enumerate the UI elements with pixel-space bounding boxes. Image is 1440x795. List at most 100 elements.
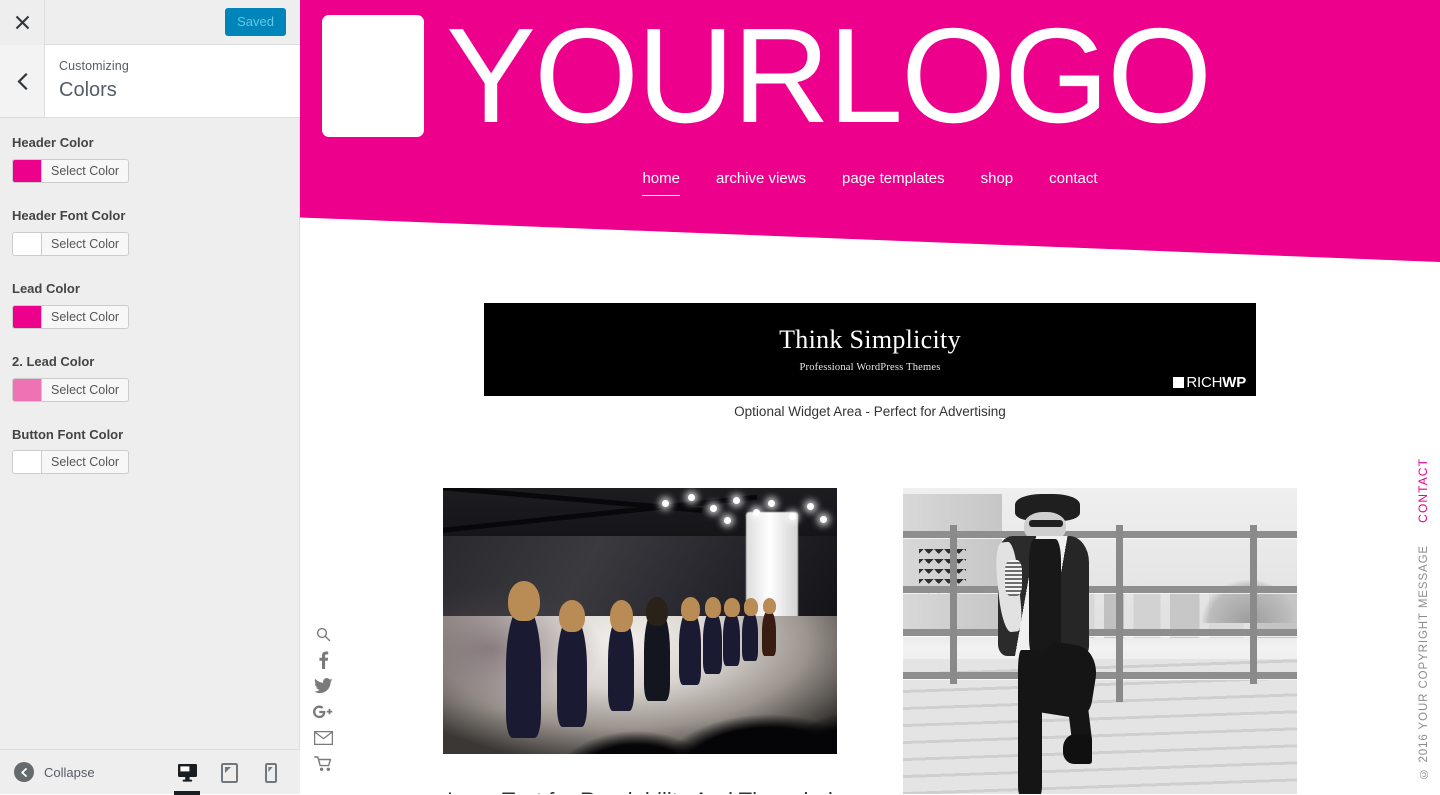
select-color-button[interactable]: Select Color <box>42 305 129 328</box>
collapse-arrow-icon <box>14 762 34 782</box>
richwp-name-bold: WP <box>1222 374 1246 391</box>
model <box>742 610 759 661</box>
googleplus-icon[interactable] <box>310 703 336 721</box>
nav-item-contact[interactable]: contact <box>1049 170 1097 196</box>
color-swatch[interactable] <box>13 232 42 255</box>
color-control-label: 2. Lead Color <box>12 353 95 369</box>
model-hair <box>762 598 776 615</box>
email-icon[interactable] <box>310 729 336 747</box>
model <box>703 610 722 675</box>
panel-header: Customizing Colors <box>0 45 300 118</box>
model <box>762 610 777 656</box>
twitter-icon[interactable] <box>310 677 336 695</box>
bracelets <box>1005 560 1023 597</box>
post-card: Long Text for Readability And Threaded <box>443 488 837 794</box>
model <box>679 610 701 685</box>
right-vertical-rail: CONTACT © 2016 YOUR COPYRIGHT MESSAGE <box>1404 0 1436 794</box>
device-tablet-button[interactable] <box>208 751 250 795</box>
sunglasses <box>1029 519 1064 528</box>
color-swatch[interactable] <box>13 451 42 474</box>
leg-raised <box>1032 640 1100 721</box>
model-hair <box>610 599 634 632</box>
balcony-photo <box>903 488 1297 794</box>
panel-titles: Customizing Colors <box>45 45 129 117</box>
color-picker[interactable]: Select Color <box>12 377 130 402</box>
color-swatch[interactable] <box>13 305 42 328</box>
select-color-button[interactable]: Select Color <box>42 232 129 255</box>
color-control-label: Header Font Color <box>12 207 126 223</box>
social-rail <box>310 625 336 781</box>
device-desktop-button[interactable] <box>166 751 208 795</box>
high-heel-shoe <box>1063 734 1092 764</box>
save-button[interactable]: Saved <box>225 7 286 37</box>
cart-icon[interactable] <box>310 755 336 773</box>
model-figure <box>990 494 1132 794</box>
color-swatch[interactable] <box>13 378 42 401</box>
post-title[interactable]: Long Text for Readability And Threaded <box>443 786 837 794</box>
nav-item-archive-views[interactable]: archive views <box>716 170 806 196</box>
color-controls-list: Header Color Select Color Header Font Colo… <box>0 119 300 499</box>
post-card <box>903 488 1297 794</box>
breadcrumb: Customizing <box>59 59 129 73</box>
color-picker[interactable]: Select Color <box>12 231 130 256</box>
logo-text: YOURLOGO <box>446 0 1212 151</box>
runway-photo <box>443 488 837 754</box>
post-grid: Long Text for Readability And Threaded <box>443 488 1297 794</box>
close-icon[interactable] <box>0 0 45 45</box>
contact-vertical-link[interactable]: CONTACT <box>1416 458 1430 523</box>
site-logo[interactable]: YOURLOGO <box>322 0 1212 151</box>
color-control: Header Font Color Select Color <box>12 208 288 260</box>
torso <box>1029 539 1061 660</box>
model-hair <box>508 581 540 621</box>
select-color-button[interactable]: Select Color <box>42 159 129 182</box>
customizer-sidebar: Saved Customizing Colors Header Color Sel… <box>0 0 300 795</box>
color-control: Lead Color Select Color <box>12 281 288 333</box>
color-picker[interactable]: Select Color <box>12 158 130 183</box>
site-header: YOURLOGO home archive views page templates… <box>300 0 1440 262</box>
richwp-name-regular: RICH <box>1186 374 1223 391</box>
facebook-icon[interactable] <box>310 651 336 669</box>
copyright-vertical-text: © 2016 YOUR COPYRIGHT MESSAGE <box>1418 545 1430 780</box>
color-picker[interactable]: Select Color <box>12 450 130 475</box>
collapse-button[interactable]: Collapse <box>0 762 95 782</box>
back-chevron-icon[interactable] <box>0 45 45 117</box>
color-control: Button Font Color Select Color <box>12 427 288 479</box>
ad-title: Think Simplicity <box>779 325 961 354</box>
color-control-label: Button Font Color <box>12 426 124 442</box>
nav-item-home[interactable]: home <box>642 170 680 196</box>
foreground-silhouettes <box>443 695 837 754</box>
logo-mark-icon <box>322 14 424 137</box>
nav-item-page-templates[interactable]: page templates <box>842 170 945 196</box>
railing-post <box>950 524 958 684</box>
theme-preview: YOURLOGO home archive views page templates… <box>300 0 1440 794</box>
nav-item-shop[interactable]: shop <box>981 170 1014 196</box>
stage-lights <box>648 491 829 534</box>
model-hair <box>704 597 722 619</box>
color-picker[interactable]: Select Color <box>12 304 130 329</box>
advertising-widget: Think Simplicity Professional WordPress … <box>484 303 1256 419</box>
primary-navigation: home archive views page templates shop conta… <box>300 170 1440 196</box>
search-icon[interactable] <box>310 625 336 643</box>
color-swatch[interactable] <box>13 159 42 182</box>
post-thumbnail-balcony[interactable] <box>903 488 1297 794</box>
ad-banner[interactable]: Think Simplicity Professional WordPress … <box>484 303 1256 396</box>
color-control: 2. Lead Color Select Color <box>12 354 288 406</box>
model <box>722 610 741 667</box>
collapse-label: Collapse <box>44 764 95 780</box>
device-mobile-button[interactable] <box>250 751 292 795</box>
richwp-logo: RICH WP <box>1173 374 1246 391</box>
color-control-label: Lead Color <box>12 280 80 296</box>
select-color-button[interactable]: Select Color <box>42 451 129 474</box>
model-hair <box>724 598 740 618</box>
ad-subtitle: Professional WordPress Themes <box>799 362 941 373</box>
richwp-square-icon <box>1173 377 1185 388</box>
ad-caption: Optional Widget Area - Perfect for Adver… <box>734 404 1006 419</box>
model-hair <box>559 599 586 632</box>
model-hair <box>680 597 700 621</box>
page-title: Colors <box>59 78 117 101</box>
model-hair <box>645 597 668 627</box>
select-color-button[interactable]: Select Color <box>42 378 129 401</box>
customizer-bottombar: Collapse <box>0 749 300 795</box>
post-thumbnail-runway[interactable] <box>443 488 837 754</box>
